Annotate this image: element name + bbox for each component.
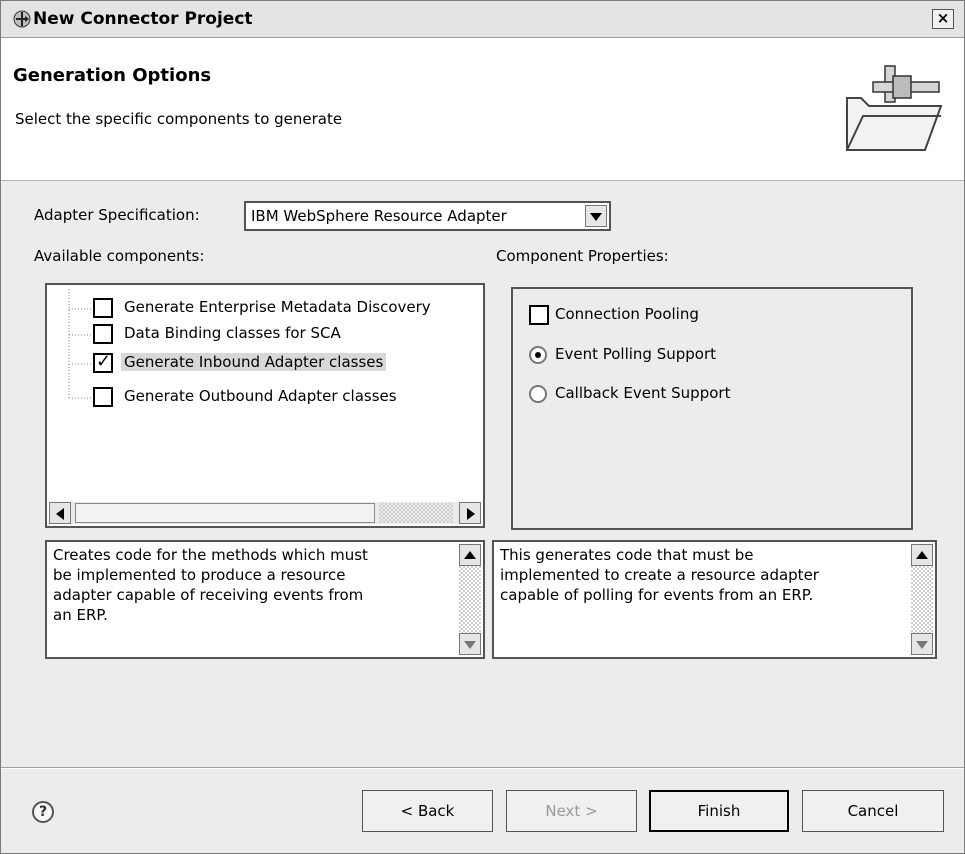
finish-button[interactable]: Finish <box>649 790 789 832</box>
tree-item-label: Generate Inbound Adapter classes <box>121 353 387 371</box>
page-title: Generation Options <box>13 65 212 86</box>
connector-app-icon <box>13 10 31 28</box>
tree-item-label: Data Binding classes for SCA <box>124 324 341 342</box>
property-description[interactable]: This generates code that must be impleme… <box>492 540 937 659</box>
vertical-scrollbar[interactable] <box>911 544 933 655</box>
window-title: New Connector Project <box>33 9 253 29</box>
help-icon[interactable]: ? <box>32 801 54 823</box>
chevron-down-icon[interactable] <box>585 205 607 227</box>
component-properties-panel: Connection Pooling Event Polling Support… <box>511 287 913 530</box>
back-button[interactable]: < Back <box>362 790 493 832</box>
cancel-button[interactable]: Cancel <box>802 790 944 832</box>
new-connector-project-dialog: New Connector Project × Generation Optio… <box>0 0 965 854</box>
checkbox-emd[interactable] <box>93 298 113 318</box>
button-bar-separator <box>1 767 964 769</box>
checkbox-data-binding[interactable] <box>93 324 113 344</box>
tree-item-label: Generate Enterprise Metadata Discovery <box>124 298 431 316</box>
scroll-down-icon[interactable] <box>459 633 481 655</box>
close-button[interactable]: × <box>932 9 954 29</box>
event-polling-radio[interactable] <box>529 346 547 364</box>
next-button[interactable]: Next > <box>506 790 637 832</box>
folder-connector-icon <box>846 65 943 151</box>
page-subtitle: Select the specific components to genera… <box>15 110 343 128</box>
checkbox-inbound[interactable] <box>93 351 113 373</box>
horizontal-scrollbar[interactable] <box>49 502 481 524</box>
components-tree[interactable]: Generate Enterprise Metadata Discovery D… <box>45 283 485 528</box>
available-components-label: Available components: <box>34 247 205 265</box>
checkbox-outbound[interactable] <box>93 387 113 407</box>
scroll-up-icon[interactable] <box>459 544 481 566</box>
scroll-left-icon[interactable] <box>49 502 71 524</box>
scroll-right-icon[interactable] <box>459 502 481 524</box>
connection-pooling-label: Connection Pooling <box>555 305 699 323</box>
adapter-spec-value: IBM WebSphere Resource Adapter <box>251 207 507 225</box>
scroll-down-icon[interactable] <box>911 633 933 655</box>
tree-item-label: Generate Outbound Adapter classes <box>124 387 397 405</box>
component-description[interactable]: Creates code for the methods which must … <box>45 540 485 659</box>
vertical-scrollbar[interactable] <box>459 544 481 655</box>
scroll-up-icon[interactable] <box>911 544 933 566</box>
scroll-thumb[interactable] <box>75 503 375 523</box>
property-description-text: This generates code that must be impleme… <box>500 546 819 604</box>
adapter-spec-label: Adapter Specification: <box>34 206 200 224</box>
callback-event-radio[interactable] <box>529 385 547 403</box>
wizard-header: Generation Options Select the specific c… <box>1 38 964 181</box>
adapter-spec-combo[interactable]: IBM WebSphere Resource Adapter <box>244 201 611 231</box>
title-bar: New Connector Project × <box>1 1 964 38</box>
scroll-track[interactable] <box>379 503 453 523</box>
callback-event-label: Callback Event Support <box>555 384 731 402</box>
component-properties-label: Component Properties: <box>496 247 669 265</box>
event-polling-label: Event Polling Support <box>555 345 717 363</box>
connection-pooling-checkbox[interactable] <box>529 305 549 325</box>
component-description-text: Creates code for the methods which must … <box>53 546 368 624</box>
